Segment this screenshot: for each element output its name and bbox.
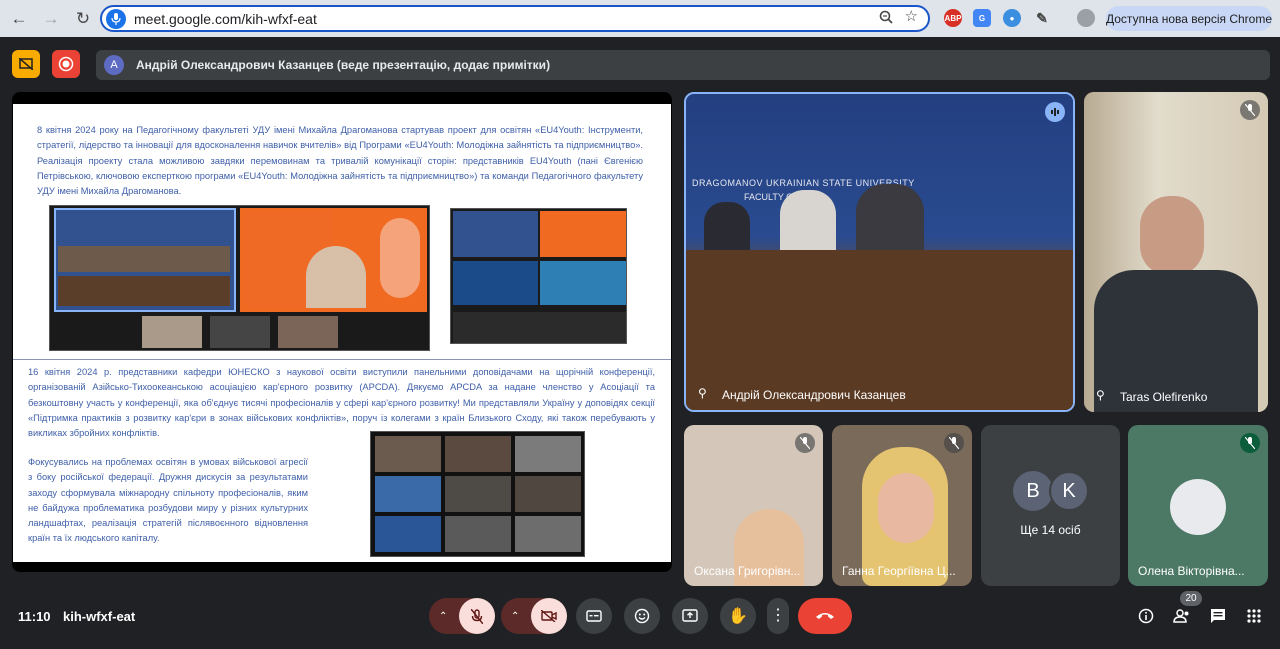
forward-icon[interactable]: → (38, 6, 64, 32)
mic-options-chevron-icon[interactable]: ⌃ (439, 611, 447, 622)
hand-icon: ✋ (728, 608, 748, 625)
person-head (1140, 196, 1204, 276)
emoji-icon (634, 608, 650, 624)
participant-name: Андрій Олександрович Казанцев (722, 388, 906, 402)
raise-hand-button[interactable]: ✋ (720, 598, 756, 634)
slide-paragraph-2: 16 квітня 2024 р. представники кафедри Ю… (28, 367, 655, 439)
participant-name: Олена Вікторівна... (1138, 564, 1245, 578)
apps-grid-icon (1247, 609, 1261, 623)
chrome-update-button[interactable]: Доступна нова версія Chrome (1106, 6, 1272, 31)
stop-presenting-button[interactable] (12, 50, 40, 78)
participant-tile-main[interactable]: DRAGOMANOV UKRAINIAN STATE UNIVERSITY FA… (684, 92, 1075, 412)
screenshot-meeting-2 (450, 208, 627, 344)
presentation-area: 8 квітня 2024 року на Педагогічному факу… (12, 92, 672, 572)
slide-paragraph-3: Фокусувались на проблемах освітян в умов… (28, 457, 308, 544)
camera-options-chevron-icon[interactable]: ⌃ (511, 611, 519, 622)
meeting-code: kih-wfxf-eat (63, 609, 136, 624)
chat-button[interactable] (1200, 598, 1236, 634)
participant-name: Taras Olefirenko (1120, 390, 1208, 404)
pin-icon: ⚲ (1096, 388, 1105, 402)
more-vert-icon: ⋮ (770, 607, 786, 624)
presenter-banner: A Андрій Олександрович Казанцев (веде пр… (96, 50, 1270, 80)
person-1 (704, 202, 750, 254)
mic-off-icon (944, 433, 964, 453)
leave-call-button[interactable] (798, 598, 852, 634)
others-avatar-b: B (1013, 471, 1053, 511)
captions-icon (586, 610, 602, 622)
back-icon[interactable]: ← (6, 6, 32, 32)
participant-name: Оксана Григорівн... (694, 564, 801, 578)
mic-off-icon (471, 608, 483, 624)
more-options-button[interactable]: ⋮ (767, 598, 789, 634)
reload-icon[interactable]: ↻ (70, 6, 96, 32)
info-icon (1138, 608, 1154, 624)
record-button[interactable] (52, 50, 80, 78)
mic-site-icon[interactable] (106, 8, 126, 29)
participant-count-badge: 20 (1180, 591, 1202, 606)
participant-tile-olena[interactable]: Олена Вікторівна... (1128, 425, 1268, 586)
zoom-icon[interactable] (879, 10, 893, 27)
mic-control-group: ⌃ (429, 598, 495, 634)
end-call-icon (816, 613, 834, 619)
person-face (878, 473, 934, 543)
profile-avatar[interactable] (1077, 9, 1095, 27)
screenshot-meeting-1 (49, 205, 430, 351)
participant-name: Ганна Георгіївна Ц... (842, 564, 956, 578)
participant-tile-ganna[interactable]: Ганна Георгіївна Ц... (832, 425, 972, 586)
person-3 (856, 184, 924, 254)
present-screen-button[interactable] (672, 598, 708, 634)
participant-tile-others[interactable]: B K Ще 14 осіб (981, 425, 1120, 586)
mic-off-icon (795, 433, 815, 453)
captions-button[interactable] (576, 598, 612, 634)
speaking-indicator-icon (1045, 102, 1065, 122)
extension-globe-icon[interactable]: ● (1003, 9, 1021, 27)
translate-extension-icon[interactable]: G (973, 9, 991, 27)
mic-off-icon (1240, 433, 1260, 453)
others-avatar-k: K (1049, 471, 1089, 511)
people-icon (1173, 609, 1189, 623)
bookmark-star-icon[interactable]: ☆ (905, 9, 918, 27)
adblock-extension-icon[interactable]: ABP (944, 9, 962, 27)
slide-divider (13, 359, 671, 360)
participant-tile-taras[interactable]: ⚲ Taras Olefirenko (1084, 92, 1268, 412)
address-bar[interactable]: meet.google.com/kih-wfxf-eat ☆ (100, 5, 930, 32)
person-2 (780, 190, 836, 254)
activities-button[interactable] (1236, 598, 1272, 634)
meeting-time: 11:10 (18, 609, 51, 624)
mic-off-icon (1240, 100, 1260, 120)
reactions-button[interactable] (624, 598, 660, 634)
camera-control-group: ⌃ (501, 598, 567, 634)
others-count-label: Ще 14 осіб (1020, 523, 1081, 537)
url-text: meet.google.com/kih-wfxf-eat (134, 10, 317, 27)
present-icon (682, 609, 698, 622)
participant-avatar (1170, 479, 1226, 535)
meeting-info-button[interactable] (1128, 598, 1164, 634)
camera-off-icon (541, 610, 557, 622)
screenshot-conference-grid (370, 431, 585, 557)
extensions-puzzle-icon[interactable]: ✎ (1033, 9, 1051, 27)
slide-paragraph-1: 8 квітня 2024 року на Педагогічному факу… (37, 125, 643, 197)
mic-toggle-button[interactable] (459, 598, 495, 634)
pin-icon: ⚲ (698, 386, 707, 400)
participant-tile-oksana[interactable]: Оксана Григорівн... (684, 425, 823, 586)
presenter-banner-text: Андрій Олександрович Казанцев (веде през… (136, 58, 551, 72)
presenter-avatar: A (104, 55, 124, 75)
chat-icon (1211, 609, 1225, 623)
camera-toggle-button[interactable] (531, 598, 567, 634)
